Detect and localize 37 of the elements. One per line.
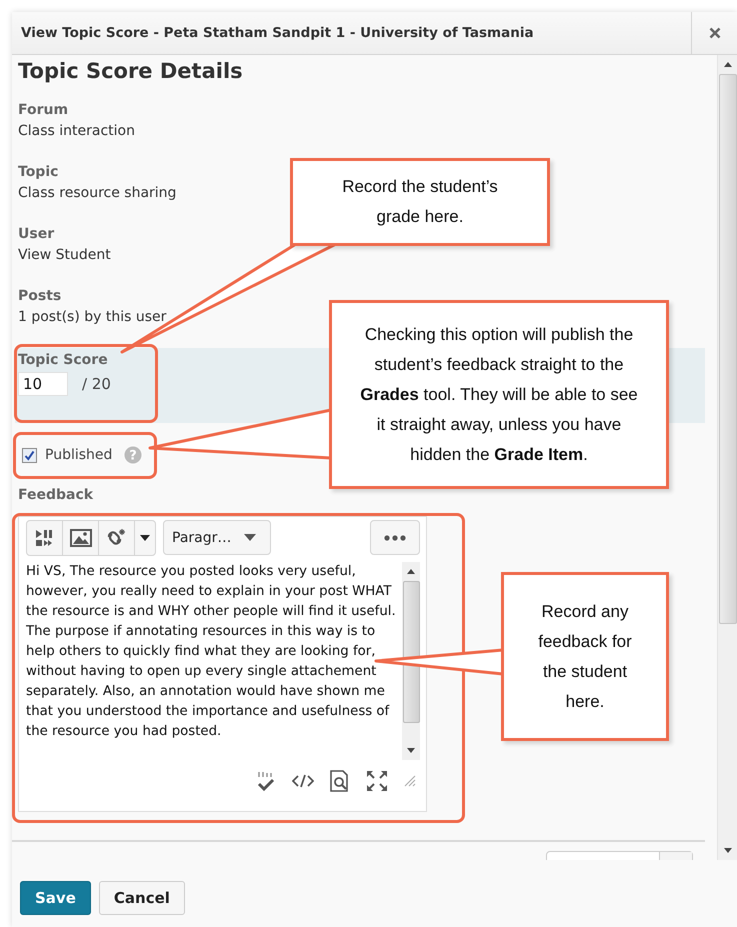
caret-icon [244, 534, 256, 541]
published-label: Published [45, 447, 112, 463]
field-value: 1 post(s) by this user [18, 308, 166, 327]
score-label: Topic Score [18, 351, 108, 370]
code-icon[interactable] [292, 773, 314, 789]
field-label: User [18, 225, 54, 244]
image-icon [70, 529, 92, 547]
field-label: Posts [18, 287, 62, 306]
scrollbar[interactable] [402, 562, 420, 760]
feedback-label: Feedback [18, 486, 94, 505]
format-dropdown[interactable]: Paragr… [163, 520, 271, 555]
spellcheck-icon[interactable] [256, 770, 276, 792]
more-icon [384, 534, 406, 540]
field-value: Class interaction [18, 122, 135, 141]
callout-box: Checking this option will publish the student’s feedback straight to the Grades tool. They will be able to see it straight away, unless you have hidden the Grade Item. [329, 300, 669, 489]
feedback-text[interactable]: Hi VS, The resource you posted looks very useful, however, you really need to explain in your post WHAT the resource is and WHY other people will find it useful. The purpose if annotating resources in this way is to help others to quickly find what they are looking for, without having to open up every single attachement separately. Also, an annotation would have shown me that you understood the importance and usefulness of the resource you had posted. [26, 562, 402, 760]
window-title: View Topic Score - Peta Statham Sandpit 1 - University of Tasmania [20, 25, 535, 41]
published-checkbox[interactable] [22, 448, 37, 462]
fullscreen-icon[interactable] [366, 770, 388, 792]
callout-box: Record the student’s grade here. [290, 158, 550, 246]
callout-box: Record any feedback for the student here. [501, 572, 669, 741]
caret-icon [140, 535, 150, 541]
field-value: Class resource sharing [18, 184, 176, 203]
save-button[interactable]: Save [20, 881, 91, 915]
score-input[interactable]: 10 [18, 372, 68, 396]
page-heading: Topic Score Details [18, 59, 244, 83]
preview-icon[interactable] [330, 770, 350, 792]
field-label: Forum [18, 101, 68, 120]
more-button[interactable] [370, 520, 420, 555]
media-icon [34, 529, 54, 547]
close-icon [708, 27, 720, 39]
scrollbar[interactable] [717, 55, 737, 860]
score-maximum: / 20 [82, 375, 111, 393]
resize-handle-icon[interactable] [404, 775, 416, 787]
cancel-button[interactable]: Cancel [98, 881, 185, 915]
field-value: View Student [18, 246, 111, 265]
field-label: Topic [18, 163, 58, 182]
